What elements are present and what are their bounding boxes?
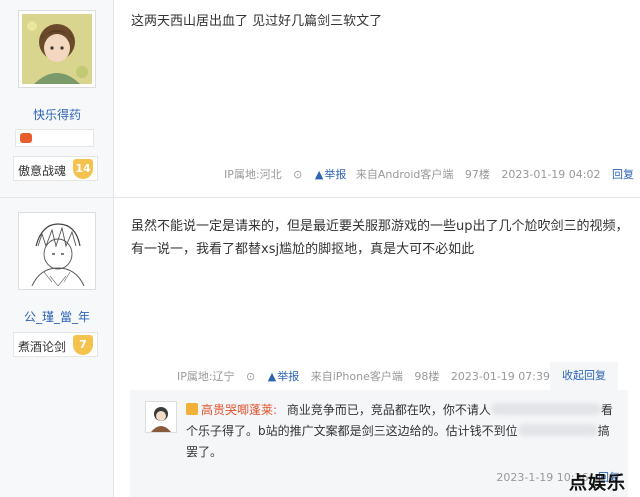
- vip-icon: [186, 403, 198, 415]
- reply-username[interactable]: 高贵哭唧蓬莱:: [201, 403, 277, 417]
- level-title: 傲意战魂: [18, 164, 67, 178]
- reply-text-a: 商业竞争而已，竞品都在吹，你不请人: [286, 403, 491, 417]
- reply-avatar-image: [146, 402, 176, 432]
- post-tail: IP属地:河北 ⊙ ▲举报 来自Android客户端 97楼 2023-01-1…: [216, 166, 634, 182]
- floor-number: 97楼: [464, 168, 490, 181]
- report-label: 举报: [324, 168, 347, 181]
- reply-link[interactable]: 回复: [612, 168, 634, 181]
- lzl-reply-area: 收起回复 高贵哭唧蓬莱: 商业竞争而已，竞品都在吹，你不请人 看个乐子得了。b站的…: [130, 362, 628, 497]
- blurred-text: [517, 424, 598, 436]
- reply-avatar[interactable]: [145, 401, 177, 433]
- avatar[interactable]: [18, 10, 96, 88]
- author-sidebar: 公_瑾_當_年 煮酒论剑 7: [0, 198, 114, 497]
- source-text: 来自Android客户端: [355, 168, 454, 181]
- blurred-text: [490, 403, 601, 415]
- author-sidebar: 快乐得药 傲意战魂 14: [0, 0, 114, 197]
- level-badge[interactable]: 傲意战魂 14: [13, 156, 98, 181]
- username[interactable]: 快乐得药: [0, 106, 114, 123]
- avatar-image: [22, 14, 92, 84]
- medal-box: [15, 129, 94, 147]
- gamepad-icon: [20, 133, 32, 143]
- report-link[interactable]: ▲举报: [315, 168, 346, 181]
- avatar[interactable]: [18, 212, 96, 290]
- watermark-logo: 点娱乐: [569, 473, 626, 494]
- level-number: 14: [73, 159, 93, 179]
- collapse-reply-button[interactable]: 收起回复: [550, 362, 618, 390]
- post-97: 快乐得药 傲意战魂 14 这两天西山居出血了 见过好几篇剑三软文了 IP属地:河…: [0, 0, 640, 198]
- reply-text: 高贵哭唧蓬莱: 商业竞争而已，竞品都在吹，你不请人 看个乐子得了。b站的推广文案都…: [186, 400, 616, 463]
- level-title: 煮酒论剑: [18, 340, 67, 354]
- post-content: 虽然不能说一定是请来的，但是最近要关服那游戏的一些up出了几个尬吹剑三的视频，有…: [131, 219, 629, 257]
- username[interactable]: 公_瑾_當_年: [0, 308, 114, 325]
- avatar-image: [22, 216, 92, 287]
- ip-location: IP属地:河北: [224, 168, 282, 181]
- lzl-reply-item: 高贵哭唧蓬莱: 商业竞争而已，竞品都在吹，你不请人 看个乐子得了。b站的推广文案都…: [130, 390, 628, 497]
- post-source: 来自Android客户端: [356, 168, 457, 181]
- post-time: 2023-01-19 04:02: [501, 168, 601, 181]
- level-number: 7: [73, 335, 93, 355]
- level-badge[interactable]: 煮酒论剑 7: [13, 332, 98, 357]
- more-icon[interactable]: ⊙: [293, 168, 303, 181]
- post-content: 这两天西山居出血了 见过好几篇剑三软文了: [131, 14, 383, 29]
